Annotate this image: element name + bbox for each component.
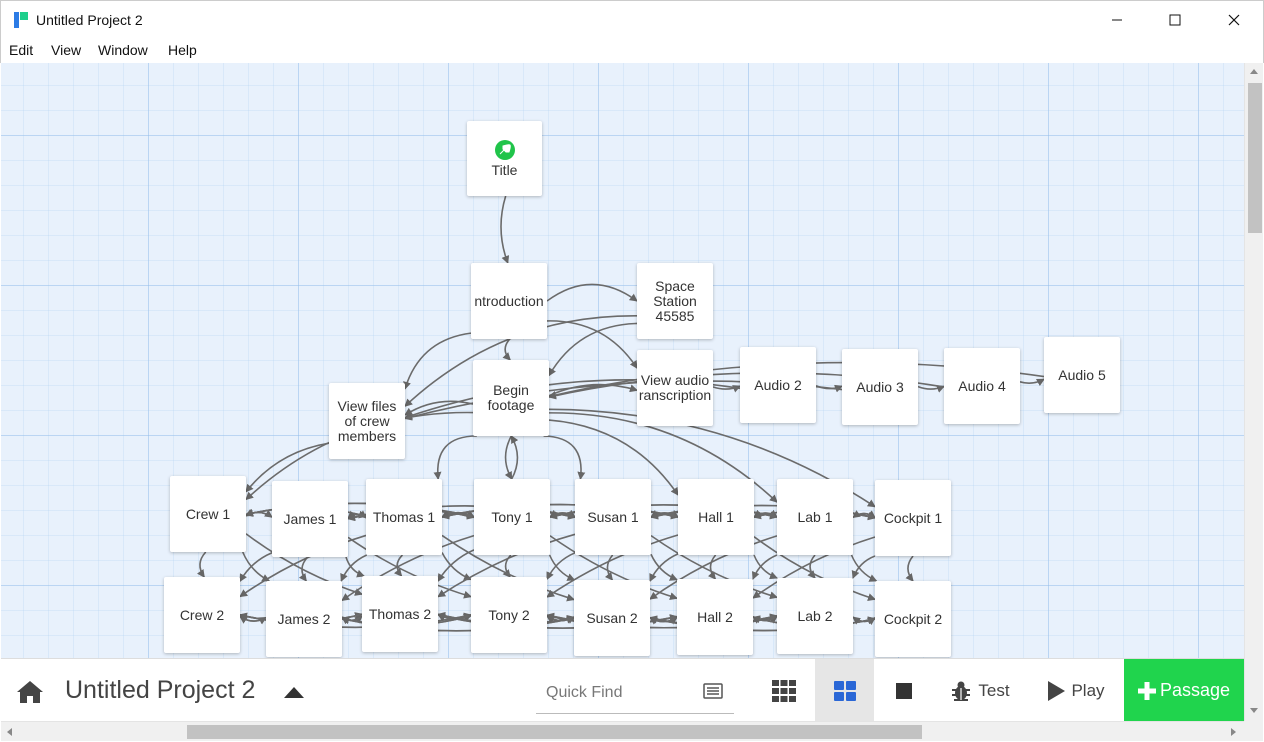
passage-lab-1[interactable]: Lab 1 [777,479,853,555]
scroll-right-arrow-icon[interactable] [1231,728,1236,736]
zoom-large-button[interactable] [876,659,931,722]
passage-crew-1[interactable]: Crew 1 [170,476,246,552]
rocket-icon [494,139,515,160]
test-button[interactable]: Test [940,659,1020,722]
passage-thomas-1[interactable]: Thomas 1 [366,479,442,555]
link-arrow-12 [1019,378,1045,387]
passage-space-station[interactable]: Space Station 45585 [637,263,713,339]
link-arrow-1 [546,283,638,302]
link-arrow-26 [196,551,207,578]
link-arrow-33 [905,555,914,582]
passage-susan-2[interactable]: Susan 2 [574,580,650,656]
caret-up-icon[interactable] [284,687,304,698]
minimize-button[interactable] [1088,1,1146,39]
find-options-icon[interactable] [703,683,723,699]
link-arrow-18 [433,435,477,480]
menu-view[interactable]: View [51,42,81,58]
link-arrow-109 [753,554,778,580]
passage-title[interactable]: Title [467,121,542,196]
passage-label: Passage [1159,680,1231,700]
window-title: Untitled Project 2 [36,12,143,28]
link-arrow-120 [751,554,778,580]
vertical-scrollbar[interactable] [1244,63,1263,721]
link-arrow-106 [649,553,679,582]
project-title[interactable]: Untitled Project 2 [65,676,255,705]
square-icon [895,682,912,699]
passage-crew-2[interactable]: Crew 2 [164,577,240,653]
menu-window[interactable]: Window [98,42,148,58]
passage-hall-1[interactable]: Hall 1 [678,479,754,555]
play-label: Play [1071,680,1105,700]
passage-james-2[interactable]: James 2 [266,581,342,657]
link-arrow-61 [441,552,472,581]
grid-9-icon [771,679,796,702]
app-logo-icon [14,12,28,28]
link-arrow-2 [502,338,511,361]
passage-audio-5[interactable]: Audio 5 [1044,337,1120,413]
link-arrow-31 [707,554,717,580]
play-icon [1048,680,1066,701]
link-arrow-20 [510,435,519,480]
passage-hall-2[interactable]: Hall 2 [677,579,753,655]
passage-begin-footage[interactable]: Begin footage [473,360,549,436]
link-arrow-21 [543,435,586,480]
passage-tony-2[interactable]: Tony 2 [471,577,547,653]
window-titlebar: Untitled Project 2 [0,0,1264,38]
link-arrow-30 [604,554,614,581]
story-toolbar: Untitled Project 2 Test [1,658,1244,722]
close-button[interactable] [1205,1,1263,39]
link-arrow-3 [403,332,472,390]
play-button[interactable]: Play [1036,659,1116,722]
new-passage-button[interactable]: Passage [1124,659,1244,722]
link-arrow-130 [852,616,876,625]
home-icon[interactable] [15,679,45,705]
zoom-small-button[interactable] [756,659,811,722]
passage-view-audio[interactable]: View audio ranscription [637,350,713,426]
horizontal-scroll-thumb[interactable] [187,725,922,739]
passage-james-1[interactable]: James 1 [272,481,348,557]
passage-susan-1[interactable]: Susan 1 [575,479,651,555]
close-icon [1228,14,1240,26]
scrollbar-corner [1244,721,1263,741]
zoom-medium-button[interactable] [815,659,874,722]
test-label: Test [978,680,1010,700]
link-arrow-4 [546,320,638,369]
minimize-icon [1112,19,1122,21]
passage-cockpit-2[interactable]: Cockpit 2 [875,581,951,657]
passage-introduction[interactable]: ntroduction [471,263,547,339]
plus-icon [1137,681,1156,700]
link-arrow-0 [500,195,510,264]
link-arrow-19 [504,435,513,480]
scroll-down-arrow-icon[interactable] [1250,708,1258,713]
passage-tony-1[interactable]: Tony 1 [474,479,550,555]
grid-4-icon [833,680,856,701]
vertical-scroll-thumb[interactable] [1248,83,1262,233]
menu-edit[interactable]: Edit [9,42,33,58]
horizontal-scrollbar[interactable] [1,721,1244,741]
scroll-up-arrow-icon[interactable] [1250,69,1258,74]
passage-audio-4[interactable]: Audio 4 [944,348,1020,424]
scroll-left-arrow-icon[interactable] [7,728,12,736]
passage-lab-2[interactable]: Lab 2 [777,578,853,654]
passage-view-files[interactable]: View files of crew members [329,383,405,459]
passage-thomas-2[interactable]: Thomas 2 [362,576,438,652]
link-arrow-6 [548,322,638,377]
link-arrow-123 [850,554,878,582]
passage-audio-3[interactable]: Audio 3 [842,349,918,425]
maximize-icon [1169,14,1181,26]
passage-audio-2[interactable]: Audio 2 [740,347,816,423]
menu-help[interactable]: Help [168,42,197,58]
link-arrow-131 [851,555,876,579]
menu-bar: Edit View Window Help [0,38,1264,63]
maximize-button[interactable] [1146,1,1204,39]
bug-icon [952,681,971,701]
link-arrow-93 [650,553,678,581]
story-map[interactable]: Title ntroduction Space Station 45585 Be… [1,63,1244,658]
passage-cockpit-1[interactable]: Cockpit 1 [875,480,951,556]
link-arrow-77 [548,554,576,581]
link-arrow-47 [345,556,365,578]
